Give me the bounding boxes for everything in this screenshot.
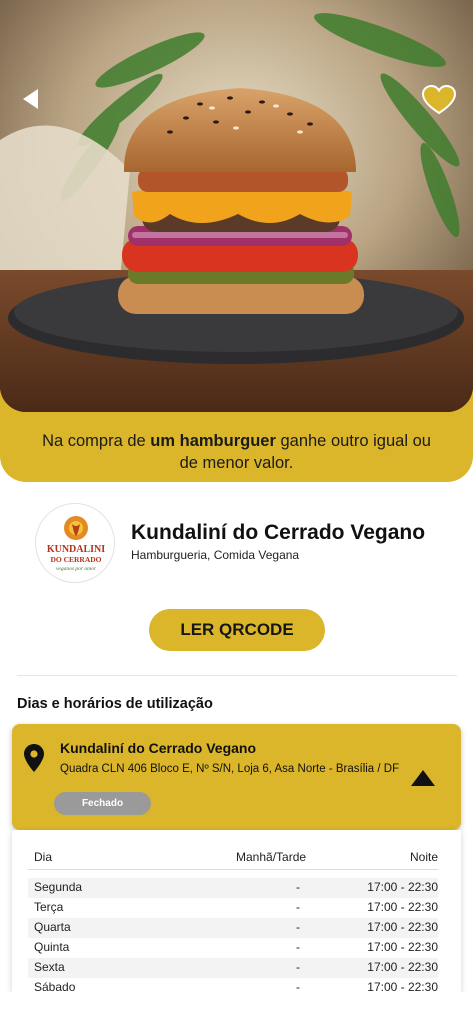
logo-tagline: veganos por amor <box>56 566 97 572</box>
divider <box>17 675 457 676</box>
burger-photo <box>0 0 473 412</box>
table-row: Quinta - 17:00 - 22:30 <box>28 938 438 958</box>
table-row: Quarta - 17:00 - 22:30 <box>28 918 438 938</box>
read-qrcode-button[interactable]: LER QRCODE <box>149 609 325 651</box>
row-morning-afternoon: - <box>296 900 300 914</box>
logo-line1: KUNDALINI <box>47 544 105 555</box>
schedule-table: Dia Manhã/Tarde Noite Segunda - 17:00 - … <box>12 830 461 992</box>
row-day: Sábado <box>34 980 76 992</box>
row-morning-afternoon: - <box>296 920 300 934</box>
location-name: Kundaliní do Cerrado Vegano <box>60 740 257 756</box>
row-day: Quarta <box>34 920 71 934</box>
store-logo: KUNDALINI DO CERRADO veganos por amor <box>35 503 115 583</box>
row-night: 17:00 - 22:30 <box>367 900 438 914</box>
back-arrow-icon <box>23 89 38 109</box>
store-name: Kundaliní do Cerrado Vegano <box>131 521 426 544</box>
promo-text-before: Na compra de <box>42 432 151 450</box>
table-row: Sexta - 17:00 - 22:30 <box>28 958 438 978</box>
header-day: Dia <box>34 850 53 864</box>
logo-line2: DO CERRADO <box>50 555 101 564</box>
row-morning-afternoon: - <box>296 880 300 894</box>
bottom-edge <box>0 992 473 1024</box>
map-pin-icon <box>24 744 44 772</box>
header-night: Noite <box>409 850 438 864</box>
favorite-button[interactable] <box>421 84 457 116</box>
row-day: Sexta <box>34 960 65 974</box>
location-card[interactable]: Kundaliní do Cerrado Vegano Quadra CLN 4… <box>12 724 461 830</box>
location-address: Quadra CLN 406 Bloco E, Nº S/N, Loja 6, … <box>60 763 400 775</box>
store-categories: Hamburgueria, Comida Vegana <box>131 548 300 562</box>
triangle-up-icon[interactable] <box>411 770 435 786</box>
row-morning-afternoon: - <box>296 980 300 992</box>
row-night: 17:00 - 22:30 <box>367 880 438 894</box>
row-night: 17:00 - 22:30 <box>367 920 438 934</box>
status-badge: Fechado <box>54 792 151 815</box>
schedule-header-row: Dia Manhã/Tarde Noite <box>28 848 438 870</box>
row-day: Terça <box>34 900 64 914</box>
row-morning-afternoon: - <box>296 940 300 954</box>
promo-text-bold: um hamburguer <box>150 432 276 450</box>
store-logo-image: KUNDALINI DO CERRADO veganos por amor <box>47 516 105 572</box>
row-day: Quinta <box>34 940 70 954</box>
row-night: 17:00 - 22:30 <box>367 960 438 974</box>
table-row: Terça - 17:00 - 22:30 <box>28 898 438 918</box>
hero-image <box>0 0 473 412</box>
row-night: 17:00 - 22:30 <box>367 980 438 992</box>
heart-icon <box>421 84 457 115</box>
header-morning-afternoon: Manhã/Tarde <box>236 850 307 864</box>
schedule-section-title: Dias e horários de utilização <box>17 696 213 712</box>
table-row: Sábado - 17:00 - 22:30 <box>28 978 438 992</box>
back-button[interactable] <box>18 86 44 112</box>
table-row: Segunda - 17:00 - 22:30 <box>28 878 438 898</box>
row-night: 17:00 - 22:30 <box>367 940 438 954</box>
row-day: Segunda <box>34 880 83 894</box>
row-morning-afternoon: - <box>296 960 300 974</box>
